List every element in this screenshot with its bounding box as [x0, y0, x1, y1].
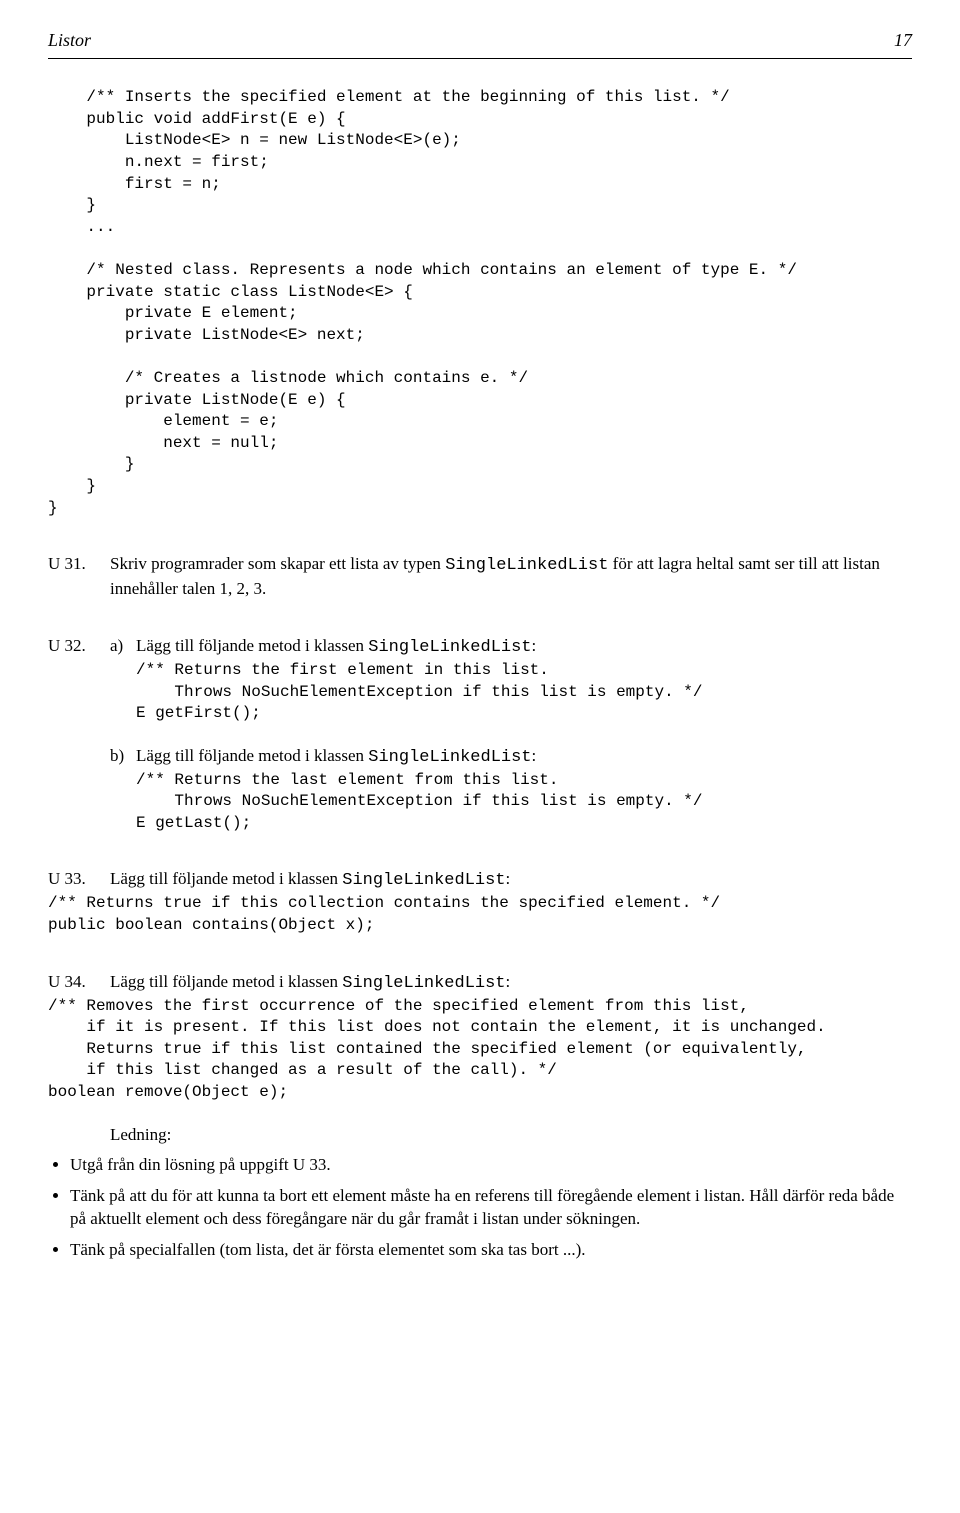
page: Listor 17 /** Inserts the specified elem… — [0, 0, 960, 1330]
text: Lägg till följande metod i klassen — [110, 869, 342, 888]
exercise-label: U 32. — [48, 635, 110, 658]
text: Lägg till följande metod i klassen — [110, 972, 342, 991]
ledning-list: Utgå från din lösning på uppgift U 33. T… — [48, 1154, 912, 1262]
code-listing-top: /** Inserts the specified element at the… — [48, 87, 912, 519]
subpart-text: Lägg till följande metod i klassen Singl… — [136, 745, 536, 770]
inline-code: SingleLinkedList — [342, 871, 505, 890]
exercise-body: a) Lägg till följande metod i klassen Si… — [110, 635, 912, 660]
ledning-heading: Ledning: — [110, 1124, 912, 1147]
exercise-u31: U 31. Skriv programrader som skapar ett … — [48, 553, 912, 601]
exercise-label: U 33. — [48, 868, 110, 891]
section-title: Listor — [48, 28, 91, 52]
header-rule — [48, 58, 912, 59]
subpart-label: b) — [110, 745, 136, 768]
text: Skriv programrader som skapar ett lista … — [110, 554, 445, 573]
text: Lägg till följande metod i klassen — [136, 746, 368, 765]
list-item: Tänk på att du för att kunna ta bort ett… — [70, 1185, 912, 1231]
inline-code: SingleLinkedList — [368, 638, 531, 657]
text: : — [532, 636, 537, 655]
list-item: Utgå från din lösning på uppgift U 33. — [70, 1154, 912, 1177]
inline-code: SingleLinkedList — [368, 748, 531, 767]
list-item: Tänk på specialfallen (tom lista, det är… — [70, 1239, 912, 1262]
exercise-body: Lägg till följande metod i klassen Singl… — [110, 971, 912, 996]
text: Lägg till följande metod i klassen — [136, 636, 368, 655]
exercise-u32: U 32. a) Lägg till följande metod i klas… — [48, 635, 912, 660]
text: : — [506, 869, 511, 888]
page-number: 17 — [894, 28, 912, 52]
subpart-label: a) — [110, 635, 136, 658]
running-header: Listor 17 — [48, 28, 912, 52]
subpart-b: b) Lägg till följande metod i klassen Si… — [110, 745, 912, 770]
exercise-body: Lägg till följande metod i klassen Singl… — [110, 868, 912, 893]
inline-code: SingleLinkedList — [445, 556, 608, 575]
code-u34: /** Removes the first occurrence of the … — [48, 996, 912, 1104]
exercise-u33: U 33. Lägg till följande metod i klassen… — [48, 868, 912, 893]
text: : — [506, 972, 511, 991]
exercise-body: Skriv programrader som skapar ett lista … — [110, 553, 912, 601]
subpart-text: Lägg till följande metod i klassen Singl… — [136, 635, 536, 660]
code-u33: /** Returns true if this collection cont… — [48, 893, 912, 936]
exercise-label: U 31. — [48, 553, 110, 576]
code-u32b: /** Returns the last element from this l… — [136, 770, 912, 835]
code-u32a: /** Returns the first element in this li… — [136, 660, 912, 725]
exercise-u34: U 34. Lägg till följande metod i klassen… — [48, 971, 912, 996]
exercise-label: U 34. — [48, 971, 110, 994]
text: : — [532, 746, 537, 765]
inline-code: SingleLinkedList — [342, 974, 505, 993]
subpart-a: a) Lägg till följande metod i klassen Si… — [110, 635, 912, 660]
